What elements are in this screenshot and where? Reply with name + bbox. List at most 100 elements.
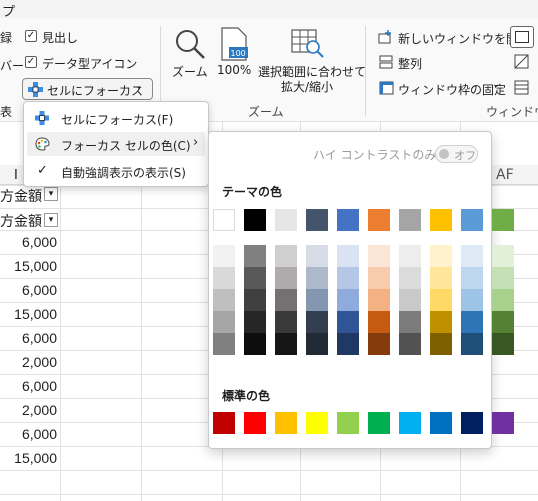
filter-dropdown-icon[interactable]: ▾ [44,213,58,227]
theme-shade-swatch[interactable] [275,245,297,267]
zoom-to-selection-icon[interactable] [291,29,325,59]
theme-color-swatch[interactable] [399,209,421,231]
theme-shade-swatch[interactable] [213,267,235,289]
zoom-selection-line2[interactable]: 拡大/縮小 [281,78,333,95]
theme-shade-swatch[interactable] [368,311,390,333]
view-side-by-side-button[interactable] [510,26,534,48]
value-cell[interactable]: 6,000 [0,282,57,298]
theme-shade-swatch[interactable] [244,245,266,267]
theme-color-swatch[interactable] [275,209,297,231]
standard-color-swatch[interactable] [492,412,514,434]
theme-shade-swatch[interactable] [430,289,452,311]
header-cell[interactable]: 方金額 [0,186,42,206]
standard-color-swatch[interactable] [461,412,483,434]
theme-shade-swatch[interactable] [368,267,390,289]
theme-shade-swatch[interactable] [275,311,297,333]
filter-dropdown-icon[interactable]: ▾ [44,187,58,201]
theme-shade-swatch[interactable] [275,333,297,355]
standard-color-swatch[interactable] [368,412,390,434]
theme-color-swatch[interactable] [461,209,483,231]
datatype-icon-checkbox[interactable]: ✓ [25,56,37,68]
value-cell[interactable]: 15,000 [0,450,57,466]
theme-shade-swatch[interactable] [244,333,266,355]
theme-shade-swatch[interactable] [461,267,483,289]
theme-shade-swatch[interactable] [461,289,483,311]
value-cell[interactable]: 15,000 [0,306,57,322]
theme-shade-swatch[interactable] [306,333,328,355]
theme-shade-swatch[interactable] [337,267,359,289]
column-header-af[interactable]: AF [496,167,514,183]
theme-color-swatch[interactable] [306,209,328,231]
theme-shade-swatch[interactable] [368,289,390,311]
sync-scroll-icon[interactable] [514,54,530,70]
theme-shade-swatch[interactable] [337,311,359,333]
standard-color-swatch[interactable] [337,412,359,434]
theme-color-swatch[interactable] [213,209,235,231]
high-contrast-toggle[interactable]: オフ [435,145,478,163]
menu-item-auto-highlight[interactable]: ✓ 自動強調表示の表示(S) [27,159,205,183]
menu-item-focus-cell[interactable]: セルにフォーカス(F) [27,106,205,130]
theme-shade-swatch[interactable] [492,267,514,289]
standard-color-swatch[interactable] [306,412,328,434]
value-cell[interactable]: 15,000 [0,258,57,274]
theme-shade-swatch[interactable] [244,267,266,289]
theme-shade-swatch[interactable] [368,333,390,355]
theme-shade-swatch[interactable] [337,289,359,311]
value-cell[interactable]: 6,000 [0,234,57,250]
theme-shade-swatch[interactable] [213,245,235,267]
value-cell[interactable]: 2,000 [0,354,57,370]
arrange-button[interactable]: 整列 [398,55,422,72]
theme-shade-swatch[interactable] [461,245,483,267]
theme-shade-swatch[interactable] [492,245,514,267]
theme-shade-swatch[interactable] [399,245,421,267]
theme-shade-swatch[interactable] [430,311,452,333]
theme-color-swatch[interactable] [492,209,514,231]
menu-item-focus-cell-color[interactable]: フォーカス セルの色(C) › [27,132,205,156]
theme-shade-swatch[interactable] [306,289,328,311]
theme-shade-swatch[interactable] [306,245,328,267]
theme-shade-swatch[interactable] [492,311,514,333]
theme-shade-swatch[interactable] [244,311,266,333]
standard-color-swatch[interactable] [275,412,297,434]
theme-shade-swatch[interactable] [275,289,297,311]
zoom-100-icon[interactable]: 100 [220,27,248,61]
theme-shade-swatch[interactable] [461,311,483,333]
theme-shade-swatch[interactable] [399,333,421,355]
value-cell[interactable]: 6,000 [0,378,57,394]
standard-color-swatch[interactable] [430,412,452,434]
theme-color-swatch[interactable] [337,209,359,231]
theme-shade-swatch[interactable] [368,245,390,267]
standard-color-swatch[interactable] [399,412,421,434]
theme-shade-swatch[interactable] [399,311,421,333]
magnifier-icon[interactable] [174,28,206,60]
value-cell[interactable]: 6,000 [0,426,57,442]
tab-fragment[interactable]: プ [2,1,15,20]
standard-color-swatch[interactable] [213,412,235,434]
zoom-button[interactable]: ズーム [172,63,208,80]
header-cell[interactable]: 方金額 [0,211,42,231]
theme-shade-swatch[interactable] [492,289,514,311]
theme-shade-swatch[interactable] [430,245,452,267]
reset-window-position-icon[interactable] [514,80,530,96]
theme-color-swatch[interactable] [430,209,452,231]
standard-color-swatch[interactable] [244,412,266,434]
theme-shade-swatch[interactable] [399,267,421,289]
theme-shade-swatch[interactable] [213,289,235,311]
theme-shade-swatch[interactable] [430,333,452,355]
theme-shade-swatch[interactable] [306,267,328,289]
theme-shade-swatch[interactable] [213,333,235,355]
heading-checkbox[interactable]: ✓ [25,30,37,42]
value-cell[interactable]: 2,000 [0,402,57,418]
theme-color-swatch[interactable] [368,209,390,231]
focus-cell-button[interactable]: セルにフォーカス ⌄ [22,78,153,100]
theme-shade-swatch[interactable] [399,289,421,311]
theme-shade-swatch[interactable] [275,267,297,289]
value-cell[interactable]: 6,000 [0,330,57,346]
theme-shade-swatch[interactable] [430,267,452,289]
theme-color-swatch[interactable] [244,209,266,231]
theme-shade-swatch[interactable] [213,311,235,333]
column-header-fragment[interactable]: I [14,168,18,183]
theme-shade-swatch[interactable] [337,333,359,355]
theme-shade-swatch[interactable] [461,333,483,355]
theme-shade-swatch[interactable] [492,333,514,355]
